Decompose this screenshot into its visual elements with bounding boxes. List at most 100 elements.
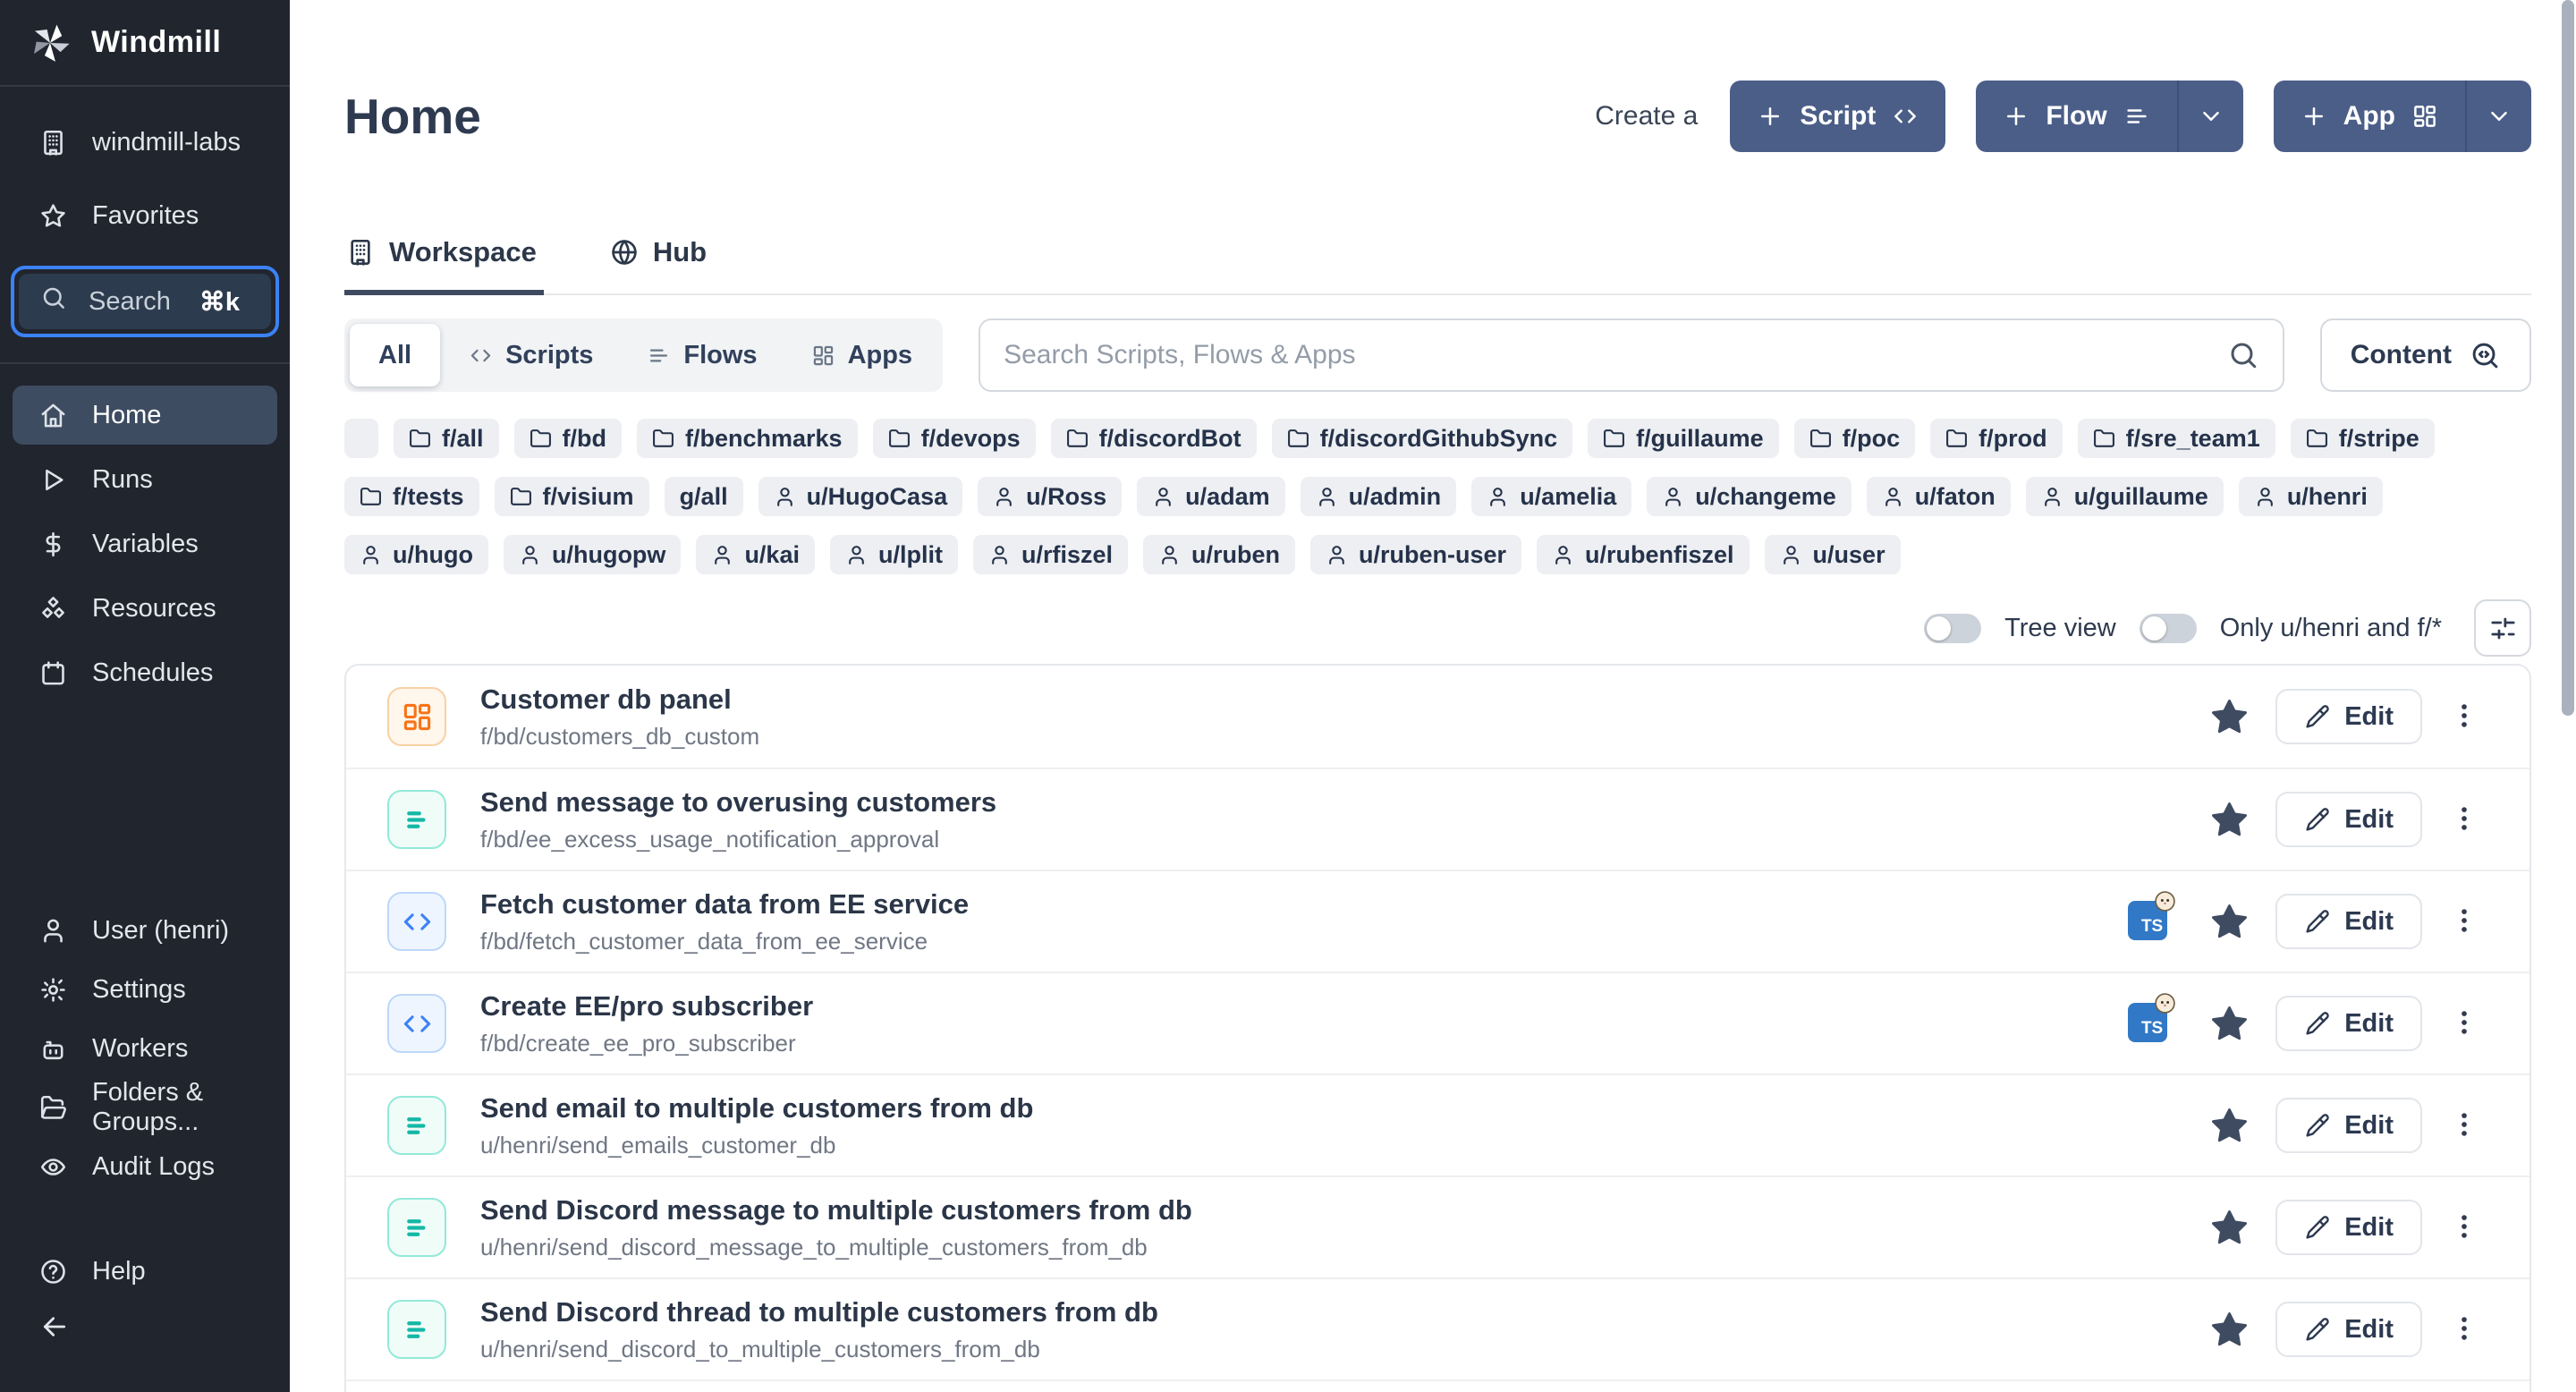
item-row-create-ee-pro-subscriber[interactable]: Create EE/pro subscriberf/bd/create_ee_p…: [346, 972, 2529, 1074]
item-row-customer-db-panel[interactable]: Customer db panelf/bd/customers_db_custo…: [346, 666, 2529, 768]
filter-chip-u-faton[interactable]: u/faton: [1867, 477, 2011, 516]
filter-chip-f-discordgithubsync[interactable]: f/discordGithubSync: [1272, 419, 1573, 458]
filter-chip-u-lplit[interactable]: u/lplit: [830, 535, 958, 574]
edit-button[interactable]: Edit: [2275, 894, 2422, 949]
only-mine-toggle[interactable]: [2140, 614, 2197, 643]
filter-chip-f-bd[interactable]: f/bd: [514, 419, 622, 458]
list-options-button[interactable]: [2474, 599, 2531, 657]
item-row-send-discord-message-to-multiple-customers-from-db[interactable]: Send Discord message to multiple custome…: [346, 1176, 2529, 1277]
filter-chip-u-rfiszel[interactable]: u/rfiszel: [973, 535, 1128, 574]
edit-button[interactable]: Edit: [2275, 689, 2422, 744]
favorite-star-button[interactable]: [2208, 1003, 2250, 1045]
edit-button[interactable]: Edit: [2275, 1098, 2422, 1153]
favorite-star-button[interactable]: [2208, 1207, 2250, 1249]
filter-chip-u-henri[interactable]: u/henri: [2239, 477, 2383, 516]
filter-chip-g-all[interactable]: g/all: [665, 477, 743, 516]
items-search-box[interactable]: [979, 318, 2284, 392]
create-flow-dropdown-button[interactable]: [2177, 81, 2243, 152]
sidebar-item-resources[interactable]: Resources: [13, 579, 277, 638]
filter-chip-u-kai[interactable]: u/kai: [696, 535, 815, 574]
scrollbar-thumb[interactable]: [2562, 0, 2574, 716]
item-menu-kebab-button[interactable]: [2449, 700, 2479, 734]
filter-chip-u-rubenfiszel[interactable]: u/rubenfiszel: [1537, 535, 1750, 574]
favorite-star-button[interactable]: [2208, 1105, 2250, 1147]
chip-label: f/tests: [393, 483, 464, 511]
sidebar-item-favorites[interactable]: Favorites: [0, 187, 290, 244]
filter-chip-f-sre-team1[interactable]: f/sre_team1: [2078, 419, 2275, 458]
filter-chip-f-discordbot[interactable]: f/discordBot: [1051, 419, 1257, 458]
sidebar-item-home[interactable]: Home: [13, 386, 277, 445]
item-menu-kebab-button[interactable]: [2449, 803, 2479, 836]
item-menu-kebab-button[interactable]: [2449, 1007, 2479, 1040]
content-search-button[interactable]: Content: [2320, 318, 2531, 392]
edit-button[interactable]: Edit: [2275, 1200, 2422, 1255]
item-row-fetch-customer-data-from-ee-service[interactable]: Fetch customer data from EE servicef/bd/…: [346, 870, 2529, 972]
filter-chip-f-tests[interactable]: f/tests: [344, 477, 479, 516]
segment-scripts[interactable]: Scripts: [444, 324, 618, 386]
edit-button[interactable]: Edit: [2275, 1302, 2422, 1357]
filter-chip-f-stripe[interactable]: f/stripe: [2291, 419, 2435, 458]
sidebar-item-label: windmill-labs: [92, 128, 241, 157]
filter-chip-u-hugopw[interactable]: u/hugopw: [504, 535, 681, 574]
sidebar-item-windmill-labs[interactable]: windmill-labs: [0, 114, 290, 171]
favorite-star-button[interactable]: [2208, 696, 2250, 738]
filter-chip-f-prod[interactable]: f/prod: [1930, 419, 2062, 458]
filter-chip-u-ruben-user[interactable]: u/ruben-user: [1310, 535, 1521, 574]
item-menu-kebab-button[interactable]: [2449, 1313, 2479, 1346]
filter-chip-u-adam[interactable]: u/adam: [1137, 477, 1285, 516]
filter-chip-u-hugocasa[interactable]: u/HugoCasa: [758, 477, 963, 516]
filter-chip-u-guillaume[interactable]: u/guillaume: [2026, 477, 2224, 516]
item-row-send-discord-thread-to-multiple-customers-from-db[interactable]: Send Discord thread to multiple customer…: [346, 1277, 2529, 1379]
segment-flows[interactable]: Flows: [622, 324, 782, 386]
tab-hub[interactable]: Hub: [608, 220, 714, 295]
filter-chip-f-guillaume[interactable]: f/guillaume: [1588, 419, 1779, 458]
filter-chip-blank[interactable]: [344, 419, 378, 458]
segment-all[interactable]: All: [350, 324, 440, 386]
item-menu-kebab-button[interactable]: [2449, 905, 2479, 938]
edit-button[interactable]: Edit: [2275, 792, 2422, 847]
sidebar-collapse-button[interactable]: [0, 1302, 290, 1352]
sidebar-search-button[interactable]: Search ⌘k: [11, 266, 279, 337]
item-row-send-email-to-multiple-customers-from-db[interactable]: Send email to multiple customers from db…: [346, 1074, 2529, 1176]
sidebar-item-audit-logs[interactable]: Audit Logs: [0, 1139, 290, 1194]
item-row-send-message-to-overusing-customers[interactable]: Send message to overusing customersf/bd/…: [346, 768, 2529, 870]
sidebar-item-label: Home: [92, 401, 161, 430]
filter-chip-u-changeme[interactable]: u/changeme: [1647, 477, 1852, 516]
favorite-star-button[interactable]: [2208, 1309, 2250, 1351]
sliders-icon: [2488, 614, 2518, 643]
segment-apps[interactable]: Apps: [786, 324, 938, 386]
filter-chip-f-all[interactable]: f/all: [394, 419, 499, 458]
sidebar-item-settings[interactable]: Settings: [0, 962, 290, 1017]
tree-view-toggle[interactable]: [1924, 614, 1981, 643]
filter-chip-u-amelia[interactable]: u/amelia: [1471, 477, 1631, 516]
tab-workspace[interactable]: Workspace: [344, 220, 544, 295]
filter-chip-f-devops[interactable]: f/devops: [873, 419, 1036, 458]
sidebar-item-user-henri[interactable]: User (henri): [0, 903, 290, 958]
grid-icon: [811, 344, 835, 368]
sidebar-item-help[interactable]: Help: [0, 1243, 290, 1300]
create-app-dropdown-button[interactable]: [2465, 81, 2531, 152]
edit-button[interactable]: Edit: [2275, 996, 2422, 1051]
item-menu-kebab-button[interactable]: [2449, 1109, 2479, 1142]
filter-chip-f-benchmarks[interactable]: f/benchmarks: [637, 419, 858, 458]
create-app-button[interactable]: App: [2274, 81, 2531, 152]
sidebar-item-runs[interactable]: Runs: [13, 450, 277, 509]
sidebar-item-schedules[interactable]: Schedules: [13, 643, 277, 702]
create-flow-button[interactable]: Flow: [1976, 81, 2242, 152]
create-script-button[interactable]: Script: [1730, 81, 1945, 152]
sidebar-item-variables[interactable]: Variables: [13, 514, 277, 573]
sidebar-item-workers[interactable]: Workers: [0, 1021, 290, 1076]
filter-chip-u-ruben[interactable]: u/ruben: [1143, 535, 1295, 574]
app-logo[interactable]: Windmill: [0, 0, 290, 87]
filter-chip-f-poc[interactable]: f/poc: [1794, 419, 1916, 458]
filter-chip-u-hugo[interactable]: u/hugo: [344, 535, 488, 574]
filter-chip-u-user[interactable]: u/user: [1765, 535, 1901, 574]
favorite-star-button[interactable]: [2208, 799, 2250, 841]
sidebar-item-folders-groups[interactable]: Folders & Groups...: [0, 1080, 290, 1135]
filter-chip-u-ross[interactable]: u/Ross: [978, 477, 1122, 516]
items-search-input[interactable]: [1004, 340, 2227, 370]
item-menu-kebab-button[interactable]: [2449, 1211, 2479, 1244]
filter-chip-u-admin[interactable]: u/admin: [1301, 477, 1457, 516]
filter-chip-f-visium[interactable]: f/visium: [495, 477, 649, 516]
favorite-star-button[interactable]: [2208, 901, 2250, 943]
